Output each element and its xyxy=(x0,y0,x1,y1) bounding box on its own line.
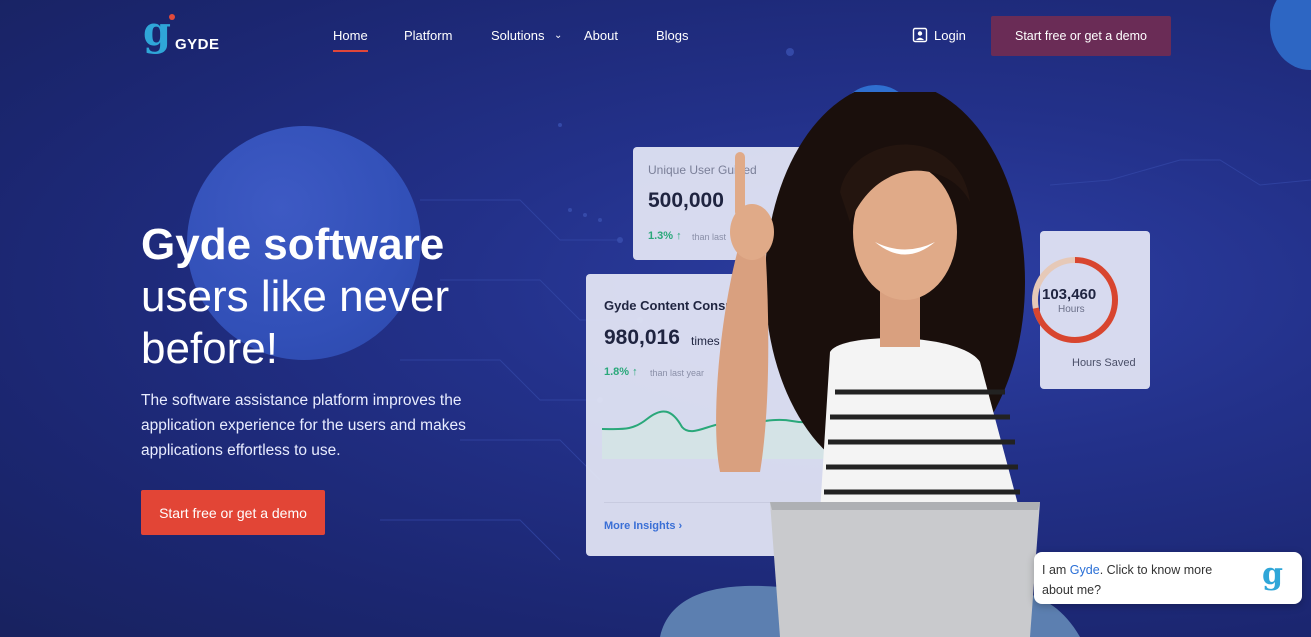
login-label: Login xyxy=(934,27,966,43)
nav-solutions[interactable]: Solutions xyxy=(491,28,544,44)
gyde-assistant-icon[interactable]: g xyxy=(1262,558,1283,592)
hero-title-rest: users like never before! xyxy=(141,272,450,373)
header-demo-button[interactable]: Start free or get a demo xyxy=(991,16,1171,56)
logo-mark: g xyxy=(143,8,171,55)
chat-message[interactable]: I am Gyde. Click to know more about me? xyxy=(1042,560,1242,600)
nav-blogs[interactable]: Blogs xyxy=(656,28,689,44)
chevron-down-icon[interactable]: ⌄ xyxy=(554,30,564,41)
stat-percent: 1.8% ↑ xyxy=(604,366,638,378)
hero-title-bold: Gyde software xyxy=(141,220,445,269)
logo-dot xyxy=(169,14,175,20)
chat-prefix: I am xyxy=(1042,563,1070,577)
hero-subtitle: The software assistance platform improve… xyxy=(141,392,466,459)
hero-demo-button[interactable]: Start free or get a demo xyxy=(141,490,325,535)
chat-widget[interactable]: I am Gyde. Click to know more about me? … xyxy=(1034,552,1302,604)
nav-about[interactable]: About xyxy=(584,28,618,44)
logo-text: GYDE xyxy=(175,36,220,53)
nav-platform[interactable]: Platform xyxy=(404,28,452,44)
stat-label: Hours Saved xyxy=(1072,357,1136,369)
chat-name: Gyde xyxy=(1069,563,1100,577)
user-badge-icon xyxy=(912,27,928,43)
login-link[interactable]: Login xyxy=(912,27,966,43)
gyde-logo[interactable]: g GYDE xyxy=(141,8,231,58)
nav-home[interactable]: Home xyxy=(333,28,368,52)
hero-person-illustration xyxy=(660,92,1080,637)
